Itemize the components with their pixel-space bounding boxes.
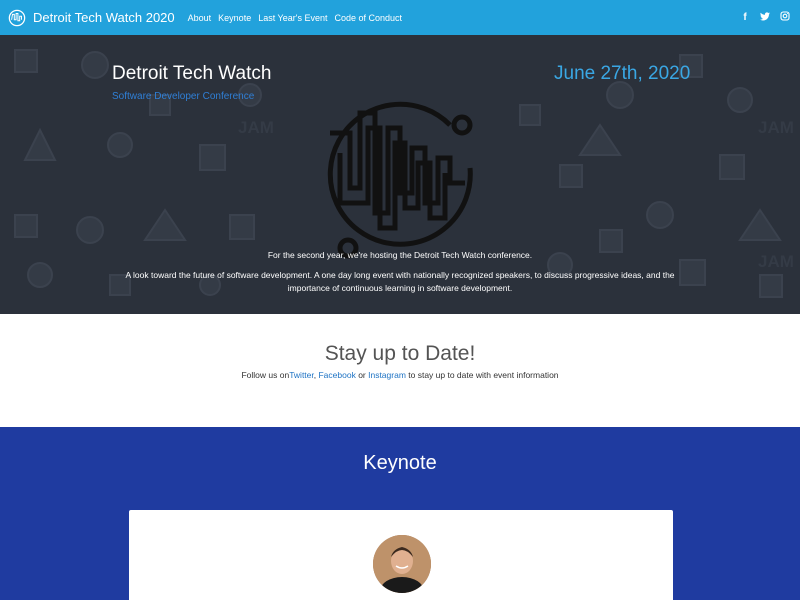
nav-link-keynote[interactable]: Keynote: [218, 13, 251, 23]
instagram-icon[interactable]: [780, 11, 790, 24]
facebook-link[interactable]: Facebook: [318, 370, 355, 380]
svg-text:JAM: JAM: [238, 118, 274, 137]
stay-updated-title: Stay up to Date!: [324, 342, 476, 365]
hero-intro-text: For the second year, we're hosting the D…: [267, 250, 533, 260]
nav-link-about[interactable]: About: [188, 13, 212, 23]
keynote-title: Keynote: [363, 452, 437, 474]
brand[interactable]: Detroit Tech Watch 2020: [8, 9, 175, 27]
stay-updated-text: Follow us onTwitter, Facebook or Instagr…: [0, 370, 800, 380]
conference-logo: [327, 101, 473, 259]
svg-text:JAM: JAM: [758, 118, 794, 137]
twitter-icon[interactable]: [760, 11, 770, 24]
hero-section: JAM JAM JAM Detroit Tech Watch Software …: [0, 35, 800, 314]
nav-links: About Keynote Last Year's Event Code of …: [188, 13, 409, 23]
nav-link-code-of-conduct[interactable]: Code of Conduct: [334, 13, 402, 23]
speaker-avatar: [373, 535, 431, 593]
keynote-speaker-card: [129, 510, 673, 610]
logo-icon: [8, 9, 26, 26]
event-date: June 27th, 2020: [554, 63, 691, 84]
facebook-icon[interactable]: f: [740, 12, 750, 23]
instagram-link[interactable]: Instagram: [368, 370, 406, 380]
social-links: f: [730, 0, 790, 35]
follow-suffix-text: to stay up to date with event informatio…: [405, 370, 559, 380]
stay-updated-section: Stay up to Date! Follow us onTwitter, Fa…: [0, 314, 800, 427]
brand-name: Detroit Tech Watch 2020: [33, 10, 175, 25]
follow-text: Follow us on: [241, 370, 290, 380]
keynote-section: Keynote: [0, 427, 800, 610]
hero-description-text: A look toward the future of software dev…: [125, 270, 675, 293]
twitter-link[interactable]: Twitter: [289, 370, 314, 380]
hero-subtitle: Software Developer Conference: [112, 91, 255, 102]
separator-text: or: [355, 370, 369, 380]
nav-link-last-year[interactable]: Last Year's Event: [258, 13, 327, 23]
hero-title: Detroit Tech Watch: [112, 63, 272, 84]
navbar: Detroit Tech Watch 2020 About Keynote La…: [0, 0, 800, 35]
